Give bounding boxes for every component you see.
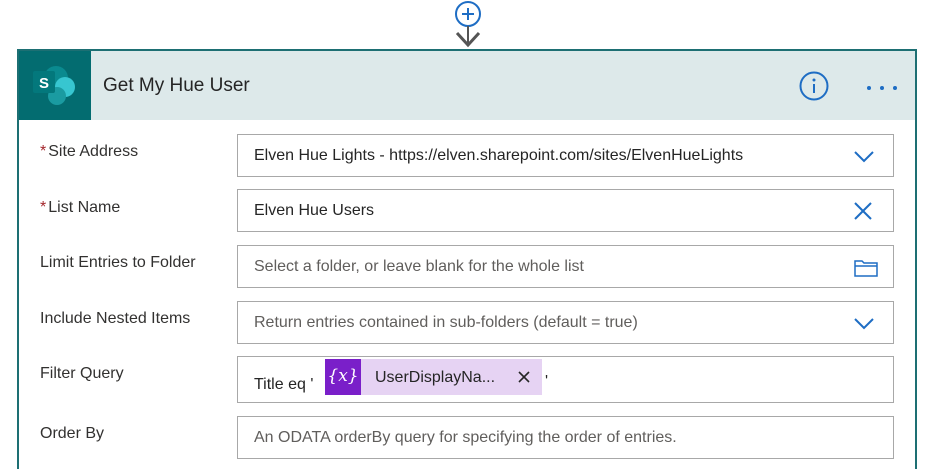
logo-letter: S bbox=[39, 75, 49, 92]
list-name-value: Elven Hue Users bbox=[254, 202, 375, 219]
expression-icon: {x} bbox=[325, 359, 361, 395]
card-header[interactable]: S Get My Hue User bbox=[19, 51, 915, 120]
get-items-action-card: S Get My Hue User * Site Address Elven Hu… bbox=[17, 49, 917, 469]
filter-query-label: Filter Query bbox=[40, 365, 124, 382]
sharepoint-icon: S bbox=[33, 66, 75, 105]
required-marker: * bbox=[40, 199, 47, 216]
order-by-label: Order By bbox=[40, 425, 105, 442]
add-step-icon[interactable] bbox=[448, 0, 488, 52]
ellipsis-icon[interactable] bbox=[865, 73, 899, 99]
clear-icon[interactable] bbox=[853, 201, 873, 221]
filter-query-suffix: ' bbox=[545, 373, 549, 390]
limit-folder-input[interactable]: Select a folder, or leave blank for the … bbox=[237, 245, 894, 288]
required-marker: * bbox=[40, 143, 47, 160]
chevron-down-icon[interactable] bbox=[853, 315, 875, 331]
nested-items-label: Include Nested Items bbox=[40, 310, 191, 327]
info-circle-icon[interactable] bbox=[799, 71, 829, 101]
list-name-label-text: List Name bbox=[48, 199, 121, 216]
site-address-label: * Site Address bbox=[40, 143, 138, 161]
more-options-button[interactable] bbox=[865, 73, 899, 99]
sharepoint-logo: S bbox=[19, 51, 91, 120]
limit-folder-placeholder: Select a folder, or leave blank for the … bbox=[254, 258, 584, 275]
info-button[interactable] bbox=[799, 71, 829, 101]
site-address-label-text: Site Address bbox=[48, 143, 139, 160]
card-title[interactable]: Get My Hue User bbox=[103, 75, 250, 97]
folder-icon[interactable] bbox=[853, 258, 879, 278]
nested-items-dropdown[interactable]: Return entries contained in sub-folders … bbox=[237, 301, 894, 344]
site-address-dropdown[interactable]: Elven Hue Lights - https://elven.sharepo… bbox=[237, 134, 894, 177]
nested-items-placeholder: Return entries contained in sub-folders … bbox=[254, 314, 638, 331]
remove-token-icon[interactable] bbox=[517, 370, 531, 384]
add-step-connector[interactable] bbox=[448, 0, 488, 52]
list-name-label: * List Name bbox=[40, 199, 120, 217]
order-by-placeholder: An ODATA orderBy query for specifying th… bbox=[254, 429, 677, 446]
filter-query-input[interactable]: Title eq ' {x} UserDisplayNa... ' bbox=[237, 356, 894, 403]
limit-folder-label: Limit Entries to Folder bbox=[40, 254, 196, 271]
dynamic-content-token[interactable]: {x} UserDisplayNa... bbox=[325, 359, 542, 395]
token-label: UserDisplayNa... bbox=[375, 369, 496, 386]
chevron-down-icon[interactable] bbox=[853, 148, 875, 164]
filter-query-prefix: Title eq ' bbox=[254, 376, 314, 393]
order-by-input[interactable]: An ODATA orderBy query for specifying th… bbox=[237, 416, 894, 459]
site-address-value: Elven Hue Lights - https://elven.sharepo… bbox=[254, 147, 744, 164]
list-name-dropdown[interactable]: Elven Hue Users bbox=[237, 189, 894, 232]
